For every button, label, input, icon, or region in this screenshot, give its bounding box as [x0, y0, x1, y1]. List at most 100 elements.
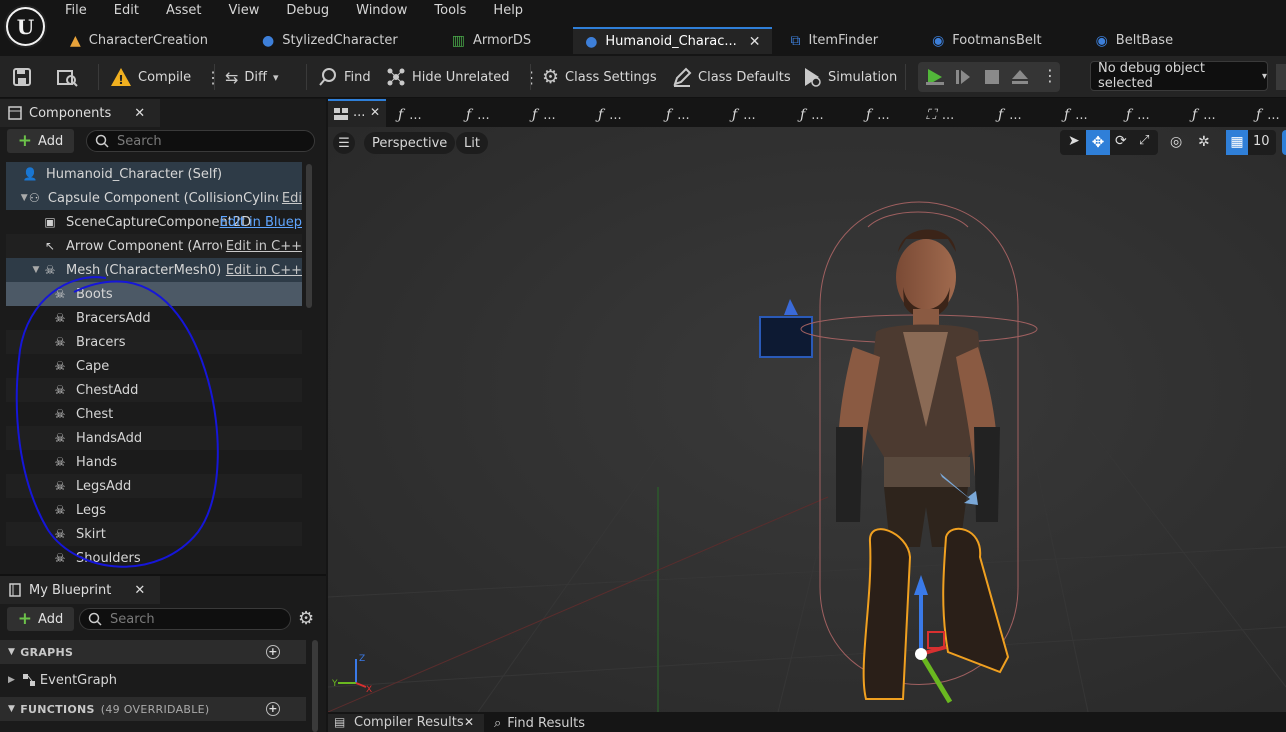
- blueprint-icon: ⧉: [790, 32, 801, 49]
- rotation-snap-control[interactable]: [1282, 130, 1286, 155]
- simulation-toggle[interactable]: Simulation: [802, 56, 897, 98]
- scale-tool-icon[interactable]: ⤢: [1139, 133, 1149, 148]
- doc-tab[interactable]: ● Humanoid_Charac... ✕: [573, 27, 773, 54]
- function-tab[interactable]: ⛶...: [926, 103, 954, 127]
- search-icon: [95, 134, 109, 148]
- menu-item-window[interactable]: Window: [347, 0, 425, 22]
- function-tab[interactable]: ƒ...: [998, 103, 1022, 127]
- doc-tab[interactable]: ◉ BeltBase: [1084, 27, 1186, 54]
- play-icon[interactable]: [924, 67, 946, 87]
- function-tab[interactable]: ƒ...: [1126, 103, 1150, 127]
- add-component-button[interactable]: + Add: [7, 129, 74, 153]
- gear-icon[interactable]: ⚙: [298, 608, 314, 629]
- class-settings-button[interactable]: ⚙ Class Settings: [542, 56, 657, 98]
- unreal-logo-icon[interactable]: U: [4, 5, 47, 48]
- viewport[interactable]: Z Y X ☰ Perspective Lit ➤ ✥ ⟳ ⤢ ◎ ✲ ▦ 10: [328, 127, 1286, 712]
- function-tab[interactable]: ƒ...: [866, 103, 890, 127]
- function-tab[interactable]: ƒ...: [466, 103, 490, 127]
- stop-icon[interactable]: [984, 69, 1000, 85]
- grid-snap-control[interactable]: ▦ 10: [1226, 130, 1276, 155]
- component-row[interactable]: ▼ ⚇ Capsule Component (CollisionCylinder) E…: [6, 186, 302, 210]
- tab-components[interactable]: Components ✕: [0, 99, 160, 127]
- doc-tab[interactable]: ▥ ArmorDS: [440, 27, 543, 54]
- functions-section-header[interactable]: ▼ FUNCTIONS (49 OVERRIDABLE) +: [0, 697, 306, 721]
- tab-find-results[interactable]: ⌕ Find Results: [494, 715, 585, 732]
- more-options-icon[interactable]: ⋮: [524, 68, 540, 87]
- function-tab[interactable]: ƒ...: [398, 103, 422, 127]
- close-icon[interactable]: ✕: [134, 106, 145, 121]
- toolbar-overflow[interactable]: [1276, 64, 1286, 90]
- diff-button[interactable]: ⇆ Diff ▾: [225, 56, 279, 98]
- document-tabs: ▲ CharacterCreation ● StylizedCharacter ▥ Arm…: [58, 27, 1215, 54]
- debug-object-label: No debug object selected: [1098, 61, 1205, 91]
- edit-link[interactable]: Edit in Bluep: [216, 215, 302, 230]
- menu-item-debug[interactable]: Debug: [277, 0, 347, 22]
- step-icon[interactable]: [954, 68, 972, 86]
- my-blueprint-search-input[interactable]: Search: [79, 608, 291, 630]
- compile-button[interactable]: ! Compile ⋮: [110, 56, 221, 98]
- doc-tab[interactable]: ● StylizedCharacter: [250, 27, 410, 54]
- menu-item-asset[interactable]: Asset: [157, 0, 220, 22]
- function-tab[interactable]: ƒ...: [532, 103, 556, 127]
- menu-item-help[interactable]: Help: [484, 0, 541, 22]
- components-search-input[interactable]: Search: [86, 130, 315, 152]
- edit-link[interactable]: Edit in C++: [221, 262, 302, 278]
- class-defaults-button[interactable]: Class Defaults: [672, 56, 791, 98]
- plus-icon: +: [17, 131, 33, 151]
- component-row[interactable]: ↖ Arrow Component (Arrow) Edit in C++: [6, 234, 302, 258]
- add-member-button[interactable]: + Add: [7, 607, 74, 631]
- more-options-icon[interactable]: ⋮: [1042, 66, 1058, 85]
- lit-button[interactable]: Lit: [456, 132, 488, 154]
- debug-object-select[interactable]: No debug object selected ▾: [1090, 61, 1268, 91]
- add-graph-icon[interactable]: +: [266, 645, 280, 659]
- surface-snap-icon[interactable]: ✲: [1198, 134, 1210, 150]
- save-button[interactable]: [12, 56, 32, 98]
- function-tab[interactable]: ƒ...: [666, 103, 690, 127]
- graphs-section-header[interactable]: ▼ GRAPHS +: [0, 640, 306, 664]
- doc-tab-label: CharacterCreation: [88, 33, 208, 48]
- close-icon[interactable]: ✕: [749, 34, 761, 50]
- menu-item-edit[interactable]: Edit: [105, 0, 157, 22]
- event-graph-item[interactable]: ▶ EventGraph: [0, 668, 306, 692]
- function-tab[interactable]: ƒ...: [1064, 103, 1088, 127]
- menu-item-view[interactable]: View: [220, 0, 278, 22]
- function-tab[interactable]: ƒ...: [1256, 103, 1280, 127]
- browse-button[interactable]: [56, 56, 78, 98]
- function-icon: ƒ: [532, 107, 538, 123]
- doc-tab[interactable]: ▲ CharacterCreation: [58, 27, 220, 54]
- close-icon[interactable]: ✕: [464, 715, 474, 729]
- component-row[interactable]: ▣ SceneCaptureComponent2D Edit in Bluep: [6, 210, 302, 234]
- menu-item-file[interactable]: File: [56, 0, 105, 22]
- function-tab[interactable]: ƒ...: [598, 103, 622, 127]
- eject-icon[interactable]: [1011, 68, 1029, 86]
- tab-compiler-results[interactable]: ▤ Compiler Results ✕: [328, 714, 484, 732]
- rotate-tool-icon[interactable]: ⟳: [1115, 133, 1127, 149]
- function-tab[interactable]: ƒ...: [732, 103, 756, 127]
- function-tab[interactable]: ƒ...: [800, 103, 824, 127]
- hide-unrelated-button[interactable]: Hide Unrelated ⋮: [386, 56, 540, 98]
- actor-icon: ◉: [932, 32, 945, 49]
- close-icon[interactable]: ✕: [134, 583, 145, 598]
- components-scrollbar[interactable]: [306, 164, 312, 308]
- doc-tab[interactable]: ⧉ ItemFinder: [778, 27, 890, 54]
- tab-viewport[interactable]: ... ✕: [328, 99, 386, 127]
- my-blueprint-scrollbar[interactable]: [312, 640, 318, 732]
- grid-icon[interactable]: ▦: [1226, 130, 1248, 155]
- doc-tab[interactable]: ◉ FootmansBelt: [920, 27, 1054, 54]
- add-function-icon[interactable]: +: [266, 702, 280, 716]
- function-tab[interactable]: ƒ...: [1192, 103, 1216, 127]
- chevron-down-icon[interactable]: ▼: [20, 193, 29, 203]
- find-button[interactable]: Find: [318, 56, 371, 98]
- viewport-options-button[interactable]: ☰: [333, 132, 355, 154]
- capsule-icon: ⚇: [28, 191, 40, 205]
- perspective-button[interactable]: Perspective: [364, 132, 456, 154]
- function-tab-label: ...: [743, 107, 756, 123]
- translate-tool-icon[interactable]: ✥: [1086, 130, 1110, 155]
- component-row[interactable]: 👤 Humanoid_Character (Self): [6, 162, 302, 186]
- edit-link[interactable]: Edit in C++: [221, 238, 302, 254]
- world-local-icon[interactable]: ◎: [1170, 134, 1182, 150]
- select-tool-icon[interactable]: ➤: [1068, 133, 1080, 149]
- menu-item-tools[interactable]: Tools: [425, 0, 484, 22]
- close-icon[interactable]: ✕: [370, 105, 380, 119]
- edit-link[interactable]: Edi: [277, 190, 302, 206]
